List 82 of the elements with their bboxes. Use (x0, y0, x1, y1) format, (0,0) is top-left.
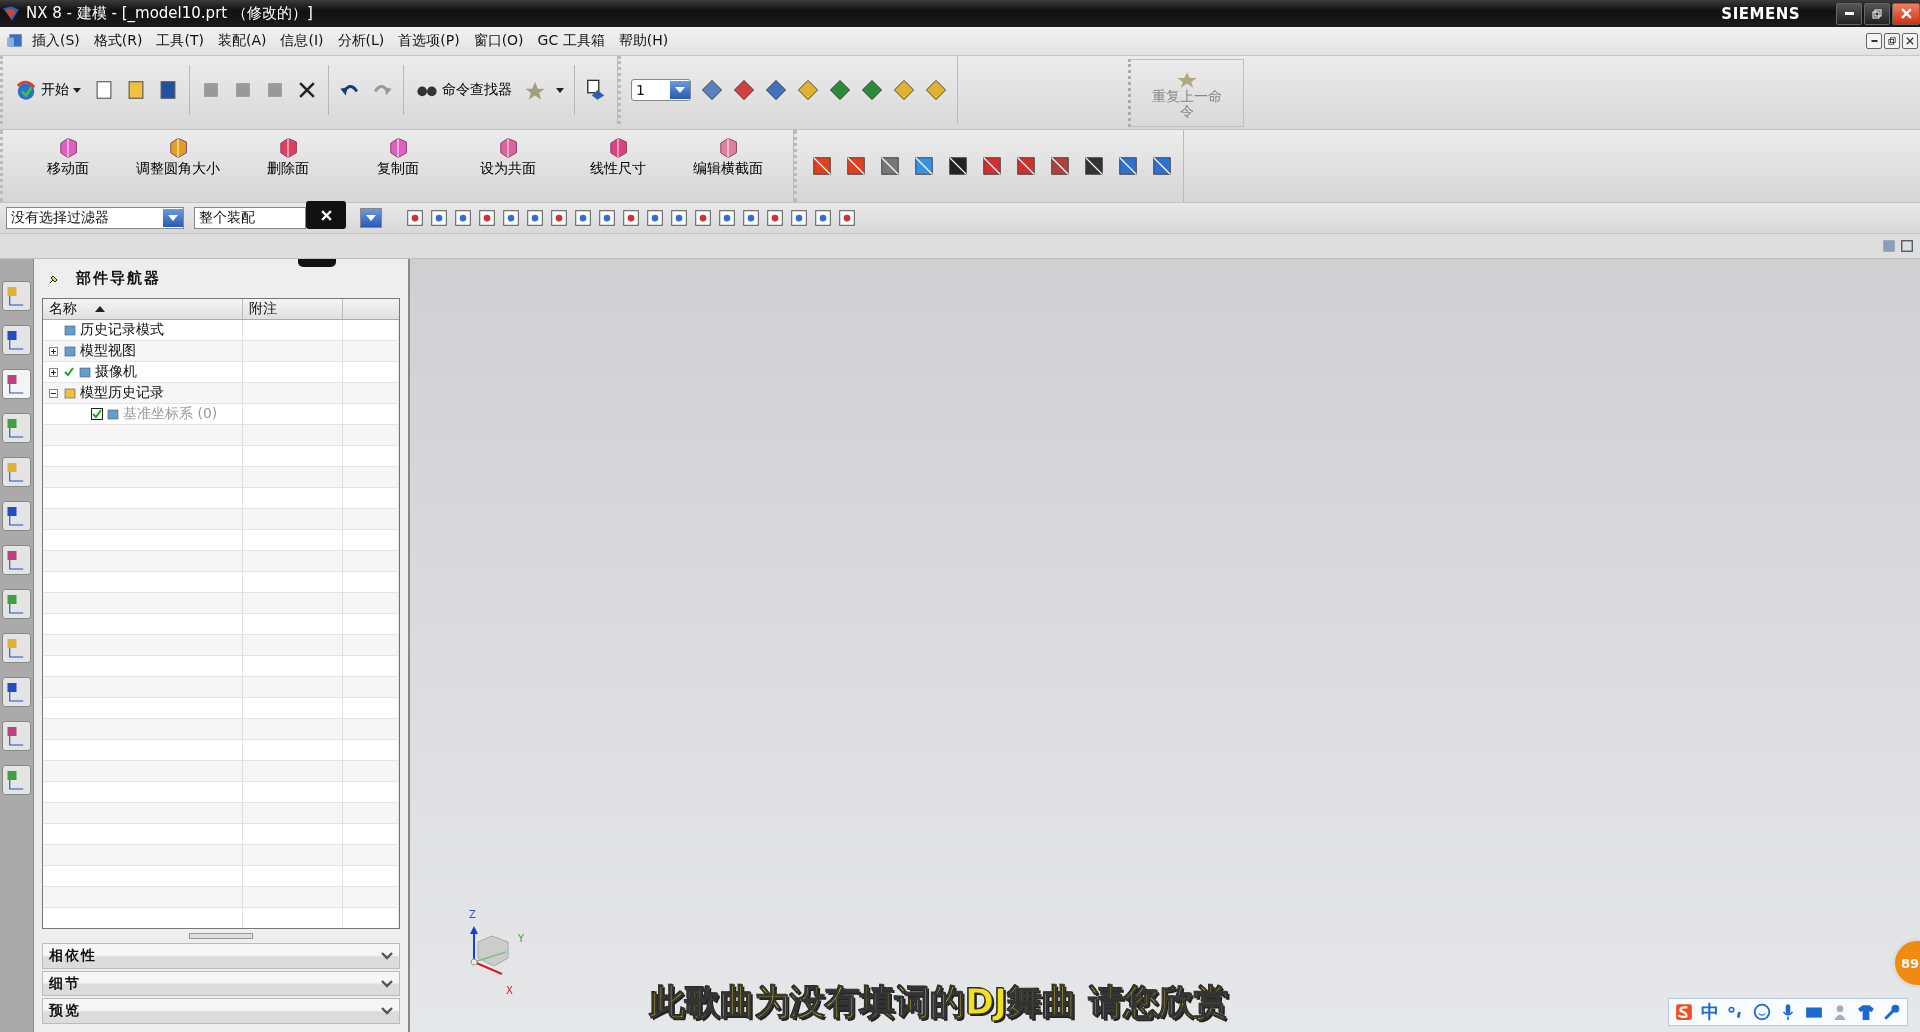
navigator-title: 部件导航器 (76, 269, 161, 289)
feature-command-button[interactable]: 线性尺寸 (563, 134, 673, 179)
close-button[interactable] (306, 201, 346, 229)
tree-node-label[interactable]: 模型视图 (80, 342, 136, 361)
dropdown-arrow-button[interactable] (360, 208, 382, 228)
window-title: NX 8 - 建模 - [_model10.prt （修改的）] (26, 4, 313, 23)
restore-button[interactable] (1864, 2, 1890, 25)
restore-button[interactable] (1884, 33, 1900, 49)
wrench-icon[interactable] (1883, 1003, 1901, 1021)
collapsible-panel[interactable]: 细节 (42, 970, 400, 997)
restore-icon (1872, 8, 1882, 19)
axis-label: Z (469, 909, 476, 920)
sort-up-icon (95, 306, 105, 313)
globe-icon (15, 79, 37, 101)
menu-item[interactable]: 首选项(P) (398, 32, 460, 50)
menu-item[interactable]: GC 工具箱 (537, 32, 605, 50)
caret-icon (73, 87, 81, 93)
axis-label: Y (518, 933, 525, 944)
collapse-icon[interactable] (49, 388, 58, 398)
close-icon (320, 209, 332, 221)
feature-command-button[interactable]: 设为共面 (453, 134, 563, 179)
dropdown-arrow-icon (168, 215, 178, 221)
menu-item[interactable]: 帮助(H) (618, 32, 669, 50)
shirt-icon[interactable] (1857, 1003, 1875, 1021)
feature-command-button[interactable]: 调整圆角大小 (123, 134, 233, 179)
input-mode-toggle[interactable]: 中 (1701, 1000, 1719, 1024)
menu-item[interactable]: 工具(T) (156, 32, 204, 50)
minimize-button[interactable] (1866, 33, 1882, 49)
subtitle-caption: 此歌曲为没有填词的DJ舞曲 请您欣赏 (650, 981, 1230, 1024)
node-icon (78, 365, 92, 380)
brand-label: SIEMENS (1721, 4, 1800, 23)
menu-item[interactable]: 窗口(O) (473, 32, 524, 50)
feature-command-button[interactable]: 删除面 (233, 134, 343, 179)
node-icon (63, 344, 77, 359)
dropdown-arrow-icon (366, 215, 376, 221)
expand-icon[interactable] (49, 367, 58, 377)
minimize-icon (1844, 12, 1854, 15)
node-icon (63, 323, 77, 338)
dropdown-arrow-icon (675, 87, 685, 93)
selection-filter-dropdown[interactable]: 没有选择过滤器 (6, 207, 184, 229)
column-header[interactable]: 附注 (243, 299, 343, 320)
column-header[interactable]: 名称 (43, 299, 243, 320)
graphics-area[interactable]: Z Y X 此歌曲为没有填词的DJ舞曲 请您欣赏 中 89 (410, 259, 1920, 1032)
new-file-icon[interactable] (93, 79, 115, 101)
menu-item[interactable]: 装配(A) (217, 32, 267, 50)
node-icon (106, 407, 120, 422)
menu-item[interactable]: 格式(R) (93, 32, 143, 50)
axis-label: X (506, 985, 513, 996)
menu-item[interactable]: 分析(L) (337, 32, 385, 50)
caret-icon[interactable] (556, 87, 564, 93)
chevron-down-icon[interactable] (381, 1007, 393, 1016)
feature-command-button[interactable]: 编辑横截面 (673, 134, 783, 179)
feature-command-button[interactable]: 复制面 (343, 134, 453, 179)
chevron-down-icon[interactable] (381, 979, 393, 988)
minimize-button[interactable] (1836, 2, 1862, 25)
close-icon (1900, 8, 1912, 19)
minimize-icon (1870, 40, 1878, 42)
node-icon (63, 386, 77, 401)
command-finder-button[interactable]: 命令查找器 (414, 77, 514, 103)
app-menu-icon[interactable] (6, 32, 24, 50)
collapsible-panel[interactable]: 预览 (42, 998, 400, 1024)
tree-node-label[interactable]: 历史记录模式 (80, 321, 164, 340)
menu-item[interactable]: 插入(S) (32, 32, 80, 50)
checkmark-icon[interactable] (63, 366, 75, 379)
start-button[interactable]: 开始 (13, 77, 83, 103)
feature-command-button[interactable]: 移动面 (13, 134, 123, 179)
layer-dropdown[interactable]: 1 (631, 79, 691, 101)
tree-node-label[interactable]: 摄像机 (95, 363, 137, 382)
nx-logo-icon (2, 4, 20, 23)
close-button[interactable] (1892, 2, 1920, 25)
restore-icon (1888, 37, 1896, 45)
fit-icon[interactable] (1900, 239, 1914, 253)
expand-icon[interactable] (49, 346, 58, 356)
drag-handle[interactable] (298, 259, 336, 267)
selection-scope-field[interactable]: 整个装配 (194, 207, 306, 229)
close-button[interactable] (1902, 33, 1918, 49)
close-icon (1906, 37, 1914, 45)
menu-item[interactable]: 信息(I) (280, 32, 324, 50)
chevron-down-icon[interactable] (381, 952, 393, 961)
ime-logo-icon[interactable] (1675, 1003, 1693, 1021)
collapsible-panel[interactable]: 相依性 (42, 943, 400, 969)
smiley-icon[interactable] (1753, 1003, 1771, 1021)
